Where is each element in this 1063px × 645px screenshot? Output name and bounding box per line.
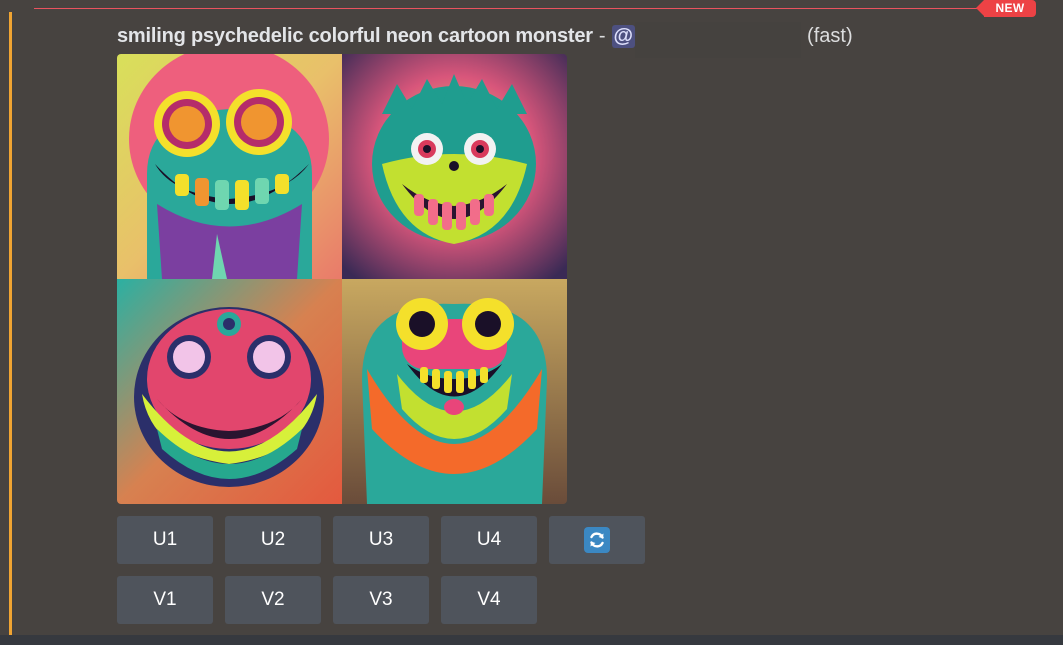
upscale-1-button[interactable]: U1 — [117, 516, 213, 564]
separator: - — [598, 24, 606, 47]
variation-3-button[interactable]: V3 — [333, 576, 429, 624]
new-messages-badge[interactable]: NEW — [976, 0, 1036, 17]
monster-image-4[interactable] — [342, 279, 567, 504]
message-container: NEW smiling psychedelic colorful neon ca… — [0, 0, 1063, 645]
highlight-accent-bar — [9, 12, 12, 635]
prompt-text: smiling psychedelic colorful neon cartoo… — [117, 24, 593, 47]
reroll-button[interactable] — [549, 516, 645, 564]
speed-label: (fast) — [807, 24, 853, 47]
image-grid[interactable] — [117, 54, 567, 504]
redacted-username — [635, 22, 802, 58]
user-mention[interactable]: @ — [611, 24, 636, 48]
upscale-button-row: U1 U2 U3 U4 — [117, 516, 645, 564]
variation-4-button[interactable]: V4 — [441, 576, 537, 624]
variation-button-row: V1 V2 V3 V4 — [117, 576, 537, 624]
monster-image-1[interactable] — [117, 54, 342, 279]
variation-2-button[interactable]: V2 — [225, 576, 321, 624]
monster-image-2[interactable] — [342, 54, 567, 279]
upscale-4-button[interactable]: U4 — [441, 516, 537, 564]
upscale-3-button[interactable]: U3 — [333, 516, 429, 564]
monster-image-3[interactable] — [117, 279, 342, 504]
variation-1-button[interactable]: V1 — [117, 576, 213, 624]
upscale-2-button[interactable]: U2 — [225, 516, 321, 564]
refresh-icon — [584, 527, 610, 553]
message-content: smiling psychedelic colorful neon cartoo… — [117, 22, 853, 58]
new-messages-divider — [34, 8, 1024, 9]
bottom-divider — [0, 635, 1063, 645]
